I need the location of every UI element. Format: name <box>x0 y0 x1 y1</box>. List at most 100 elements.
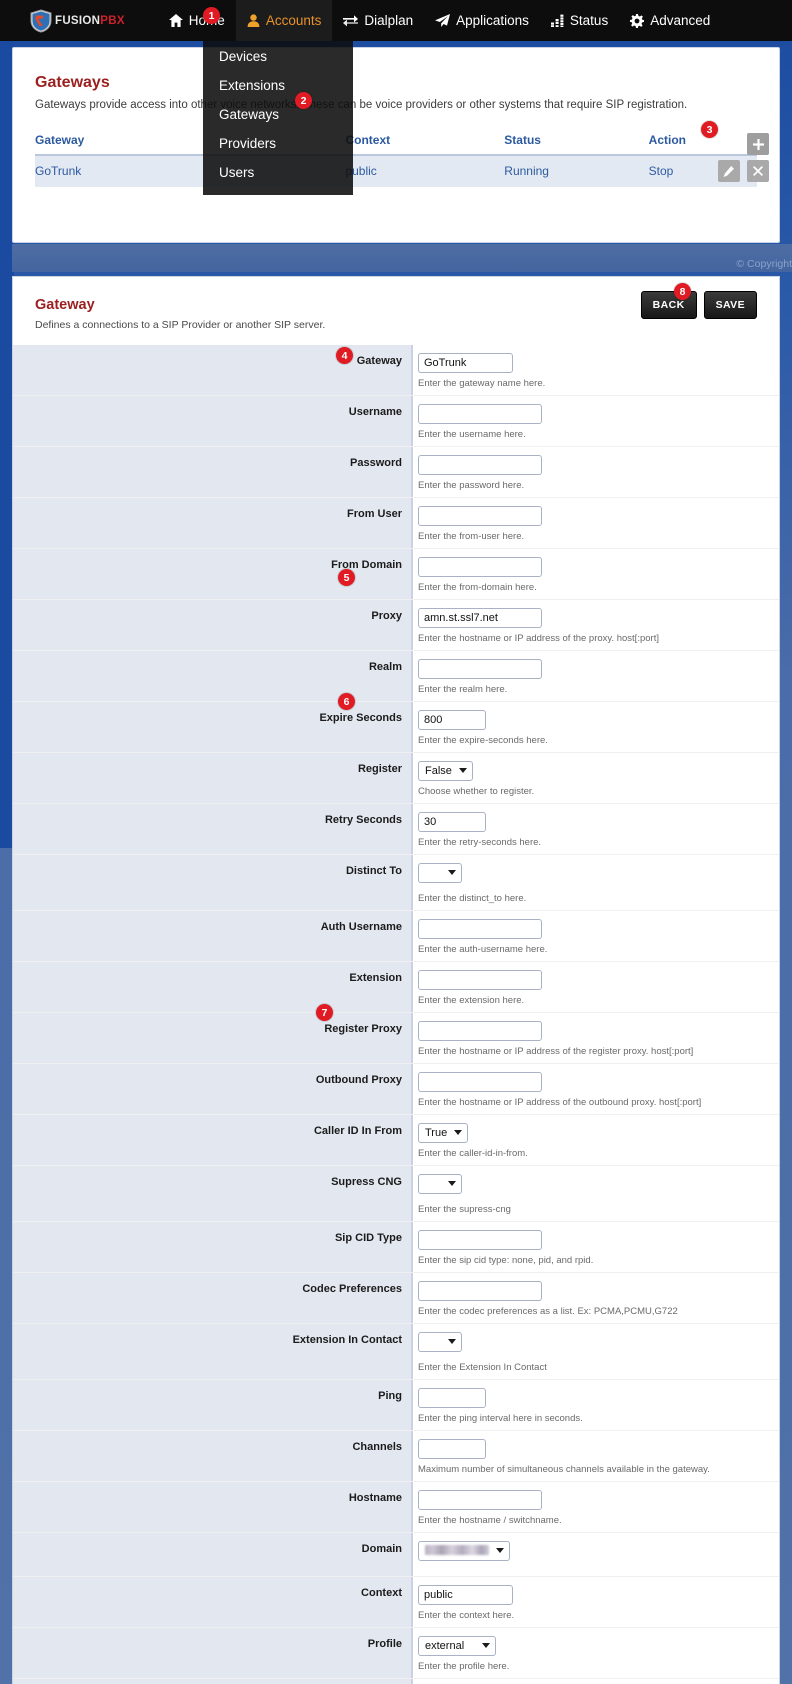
menu-item-gateways[interactable]: Gateways <box>203 100 353 129</box>
menu-item-extensions[interactable]: Extensions <box>203 71 353 100</box>
outbound-proxy-input[interactable] <box>418 1072 542 1092</box>
password-input[interactable] <box>418 455 542 475</box>
form-label-outbound-proxy: Outbound Proxy <box>13 1064 413 1114</box>
register-select[interactable]: False <box>418 761 473 781</box>
form-hint-supress-cng: Enter the supress-cng <box>418 1204 511 1215</box>
form-label-extension-in-contact: Extension In Contact <box>13 1324 413 1379</box>
gateways-list-panel: Gateways Gateways provide access into ot… <box>12 47 780 243</box>
proxy-input[interactable] <box>418 608 542 628</box>
form-hint-channels: Maximum number of simultaneous channels … <box>418 1464 710 1475</box>
form-control-domain <box>413 1533 779 1576</box>
form-hint-username: Enter the username here. <box>418 429 526 440</box>
form-row-register-proxy: Register Proxy Enter the hostname or IP a… <box>13 1013 779 1064</box>
form-row-gateway: Gateway Enter the gateway name here. <box>13 345 779 396</box>
username-input[interactable] <box>418 404 542 424</box>
retry-seconds-input[interactable] <box>418 812 486 832</box>
nav-item-dialplan[interactable]: Dialplan <box>332 0 424 41</box>
form-row-ping: Ping Enter the ping interval here in seco… <box>13 1380 779 1431</box>
label-text: From User <box>346 508 402 520</box>
form-control-register: False Choose whether to register. <box>413 753 779 803</box>
nav-item-status[interactable]: Status <box>540 0 619 41</box>
delete-gateway-button[interactable] <box>747 160 769 182</box>
label-text: Proxy <box>371 610 402 622</box>
step-badge-2: 2 <box>295 92 312 109</box>
label-text: Outbound Proxy <box>315 1074 402 1086</box>
fusionpbx-logo[interactable]: FUSIONPBX <box>30 8 125 33</box>
add-gateway-button[interactable] <box>747 133 769 155</box>
profile-select[interactable]: external <box>418 1636 496 1656</box>
supress-cng-select[interactable] <box>418 1174 462 1194</box>
cell-context: public <box>345 155 505 187</box>
user-icon <box>247 14 260 27</box>
realm-input[interactable] <box>418 659 542 679</box>
form-label-gateway: Gateway <box>13 345 413 395</box>
caller-id-in-from-select[interactable]: True <box>418 1123 469 1143</box>
edit-gateway-button[interactable] <box>717 160 740 182</box>
auth-username-input[interactable] <box>418 919 542 939</box>
form-hint-expire-seconds: Enter the expire-seconds here. <box>418 735 548 746</box>
menu-item-providers[interactable]: Providers <box>203 129 353 158</box>
save-button[interactable]: SAVE <box>703 291 757 319</box>
col-header-action[interactable]: Action <box>648 133 757 156</box>
context-input[interactable] <box>418 1585 513 1605</box>
form-row-retry-seconds: Retry Seconds Enter the retry-seconds her… <box>13 804 779 855</box>
label-text: Retry Seconds <box>324 814 402 826</box>
label-text: Expire Seconds <box>319 712 402 724</box>
form-header: Gateway Defines a connections to a SIP P… <box>13 277 779 331</box>
form-label-extension: Extension <box>13 962 413 1012</box>
expire-seconds-input[interactable] <box>418 710 486 730</box>
nav-label-accounts: Accounts <box>265 13 322 28</box>
form-control-enabled: TrueEnable or Disable the Gateway <box>413 1679 779 1684</box>
hostname-input[interactable] <box>418 1490 542 1510</box>
form-hint-profile: Enter the profile here. <box>418 1661 510 1672</box>
extension-in-contact-select[interactable] <box>418 1332 462 1352</box>
nav-item-accounts[interactable]: Accounts <box>235 0 333 41</box>
nav-item-home[interactable]: Home <box>158 0 236 41</box>
form-row-sip-cid-type: Sip CID Type Enter the sip cid type: none… <box>13 1222 779 1273</box>
step-badge-8: 8 <box>674 283 691 300</box>
chevron-down-icon <box>482 1643 490 1648</box>
form-row-register: Register False Choose whether to register. <box>13 753 779 804</box>
from-user-input[interactable] <box>418 506 542 526</box>
menu-item-users[interactable]: Users <box>203 158 353 187</box>
shield-logo-icon <box>30 8 52 33</box>
channels-input[interactable] <box>418 1439 486 1459</box>
label-text: Context <box>361 1587 402 1599</box>
page-description: Gateways provide access into other voice… <box>35 99 688 111</box>
form-label-sip-cid-type: Sip CID Type <box>13 1222 413 1272</box>
table-row[interactable]: GoTrunk public Running Stop <box>35 155 757 187</box>
label-text: Auth Username <box>320 921 402 933</box>
form-hint-realm: Enter the realm here. <box>418 684 508 695</box>
form-row-extension: Extension Enter the extension here. <box>13 962 779 1013</box>
codec-preferences-input[interactable] <box>418 1281 542 1301</box>
from-domain-input[interactable] <box>418 557 542 577</box>
form-hint-register-proxy: Enter the hostname or IP address of the … <box>418 1046 694 1057</box>
gateway-input[interactable] <box>418 353 513 373</box>
label-text: Register Proxy <box>324 1023 402 1035</box>
form-row-channels: Channels Maximum number of simultaneous c… <box>13 1431 779 1482</box>
form-hint-register: Choose whether to register. <box>418 786 535 797</box>
form-row-distinct-to: Distinct To Enter the distinct_to here. <box>13 855 779 911</box>
form-description: Defines a connections to a SIP Provider … <box>35 319 326 331</box>
form-row-username: Username Enter the username here. <box>13 396 779 447</box>
page-title: Gateways <box>35 74 110 91</box>
form-label-register-proxy: Register Proxy <box>13 1013 413 1063</box>
form-hint-password: Enter the password here. <box>418 480 525 491</box>
nav-item-applications[interactable]: Applications <box>424 0 540 41</box>
sip-cid-type-input[interactable] <box>418 1230 542 1250</box>
home-icon <box>168 14 183 27</box>
col-header-context[interactable]: Context <box>345 133 505 156</box>
nav-item-advanced[interactable]: Advanced <box>619 0 721 41</box>
distinct-to-select[interactable] <box>418 863 462 883</box>
form-row-expire-seconds: Expire Seconds Enter the expire-seconds h… <box>13 702 779 753</box>
menu-item-devices[interactable]: Devices <box>203 42 353 71</box>
nav-label-applications: Applications <box>456 13 529 28</box>
extension-input[interactable] <box>418 970 542 990</box>
form-control-ping: Enter the ping interval here in seconds. <box>413 1380 779 1430</box>
step-badge-5: 5 <box>338 569 355 586</box>
register-proxy-input[interactable] <box>418 1021 542 1041</box>
col-header-status[interactable]: Status <box>504 133 649 156</box>
domain-select[interactable] <box>418 1541 510 1561</box>
ping-input[interactable] <box>418 1388 486 1408</box>
chevron-down-icon <box>448 870 456 875</box>
